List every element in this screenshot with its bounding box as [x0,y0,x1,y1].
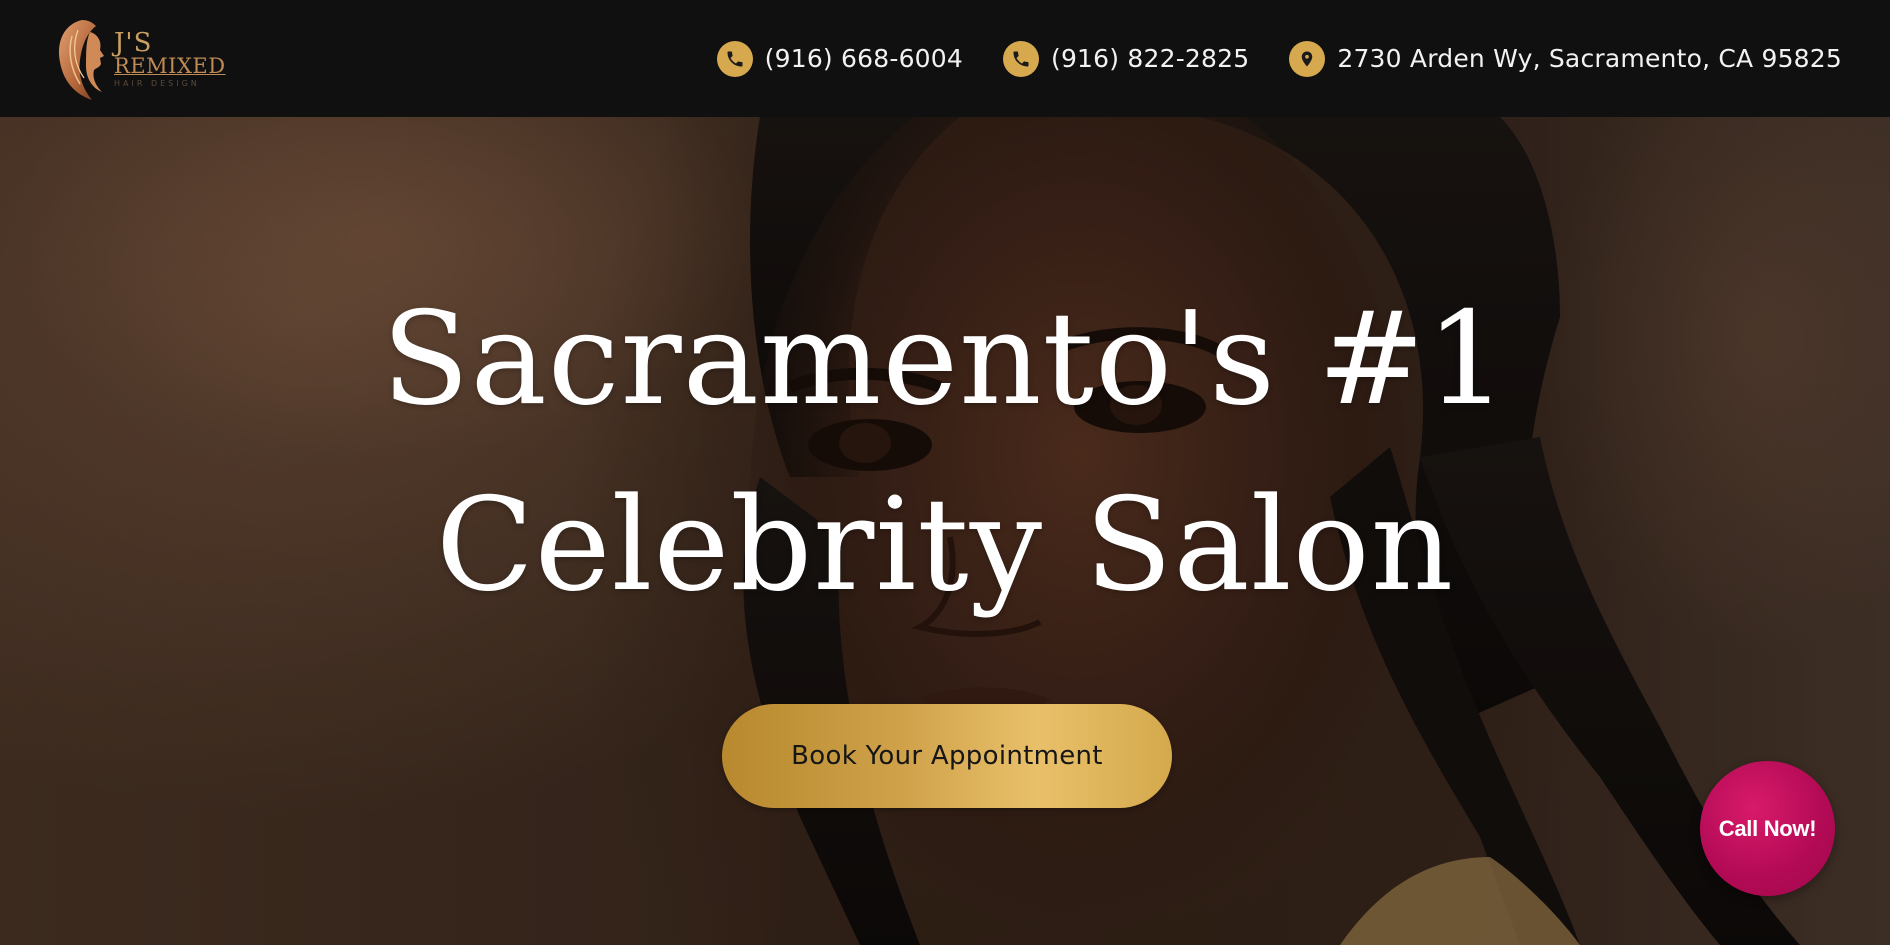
headline-line-1: Sacramento's #1 [381,285,1509,434]
phone-number-2: (916) 822-2825 [1051,44,1250,73]
site-header: J'S REMIXED HAIR DESIGN (916) 668-6004 (… [0,0,1890,117]
phone-link-1[interactable]: (916) 668-6004 [716,40,963,77]
location-pin-icon [1289,40,1326,77]
hero-section: Sacramento's #1 Celebrity Salon Book You… [0,117,1890,945]
page: J'S REMIXED HAIR DESIGN (916) 668-6004 (… [0,0,1890,945]
logo-wordmark: J'S REMIXED HAIR DESIGN [114,30,226,88]
headline-line-2: Celebrity Salon [435,471,1455,620]
phone-number-1: (916) 668-6004 [764,44,963,73]
header-contacts: (916) 668-6004 (916) 822-2825 2730 Arden… [677,40,1842,77]
address-link[interactable]: 2730 Arden Wy, Sacramento, CA 95825 [1289,40,1842,77]
hero-headline: Sacramento's #1 Celebrity Salon [0,267,1890,639]
phone-icon [716,40,753,77]
phone-link-2[interactable]: (916) 822-2825 [1003,40,1250,77]
phone-icon [1003,40,1039,77]
site-logo[interactable]: J'S REMIXED HAIR DESIGN [52,14,226,104]
call-now-button[interactable]: Call Now! [1700,761,1835,896]
woman-profile-logo-icon [58,19,104,100]
logo-remixed: REMIXED [114,53,226,78]
logo-js: J'S [114,27,153,58]
logo-tagline: HAIR DESIGN [114,78,200,88]
book-appointment-button[interactable]: Book Your Appointment [722,704,1172,808]
address-text: 2730 Arden Wy, Sacramento, CA 95825 [1337,44,1842,73]
